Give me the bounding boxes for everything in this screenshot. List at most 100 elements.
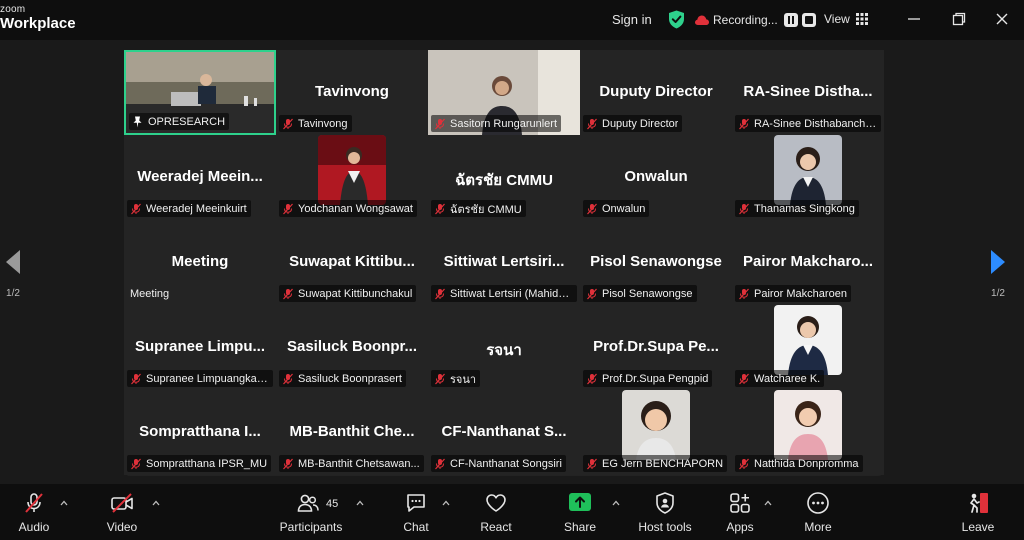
participant-tile[interactable]: MB-Banthit Che... MB-Banthit Chetsawan..… [276, 390, 428, 475]
participant-tile[interactable]: EG Jern BENCHAPORN [580, 390, 732, 475]
participant-tile[interactable]: Sompratthana I... Sompratthana IPSR_MU [124, 390, 276, 475]
participant-name-bar: Duputy Director [583, 115, 683, 132]
audio-button[interactable]: Audio [14, 491, 54, 537]
muted-mic-icon [131, 203, 141, 214]
pause-recording-button[interactable] [783, 13, 798, 27]
participant-name-bar: Meeting [130, 287, 170, 300]
title-bar: zoom Workplace Sign in Recording... View [0, 0, 1024, 40]
participant-tile[interactable]: CF-Nanthanat S... CF-Nanthanat Songsiri [428, 390, 580, 475]
participant-tile[interactable]: Sasitorn Rungarunlert [428, 50, 580, 135]
share-screen-icon [569, 493, 591, 511]
recording-indicator: Recording... [695, 13, 816, 27]
participant-tile[interactable]: OPRESEARCH [124, 50, 276, 135]
participant-avatar [774, 305, 842, 375]
participants-count: 45 [326, 498, 339, 510]
participant-tile[interactable]: รจนา รจนา [428, 305, 580, 390]
audio-options-chevron-up-icon[interactable] [60, 500, 68, 506]
video-options-chevron-up-icon[interactable] [152, 500, 160, 506]
participant-tile[interactable]: Duputy Director Duputy Director [580, 50, 732, 135]
muted-microphone-icon [25, 493, 43, 513]
muted-mic-icon [739, 118, 749, 129]
participant-tile[interactable]: Sittiwat Lertsiri... Sittiwat Lertsiri (… [428, 220, 580, 305]
participant-tile[interactable]: Watcharee K. [732, 305, 884, 390]
muted-mic-icon [283, 203, 293, 214]
stop-recording-button[interactable] [801, 13, 816, 27]
muted-mic-icon [587, 288, 597, 299]
participant-avatar [622, 390, 690, 460]
participant-name-bar: Weeradej Meeinkuirt [127, 200, 251, 217]
participant-name-bar: Yodchanan Wongsawat [279, 200, 417, 217]
video-button[interactable]: Video [102, 491, 142, 537]
participant-name-bar: Sompratthana IPSR_MU [127, 455, 272, 472]
participant-tile[interactable]: Pisol Senawongse Pisol Senawongse [580, 220, 732, 305]
muted-mic-icon [131, 373, 141, 384]
participant-tile[interactable]: ฉัตรชัย CMMU ฉัตรชัย CMMU [428, 135, 580, 220]
participant-tile[interactable]: Supranee Limpu... Supranee Limpuangkaew [124, 305, 276, 390]
participant-name-bar: Tavinvong [279, 115, 352, 132]
muted-mic-icon [587, 203, 597, 214]
chat-bubble-icon [407, 494, 425, 512]
security-shield-icon[interactable] [668, 10, 685, 29]
participant-tile[interactable]: RA-Sinee Distha... RA-Sinee Disthabancho… [732, 50, 884, 135]
chevron-left-icon [6, 250, 20, 274]
apps-button[interactable]: Apps [720, 491, 760, 537]
participant-tile[interactable]: Thanamas Singkong [732, 135, 884, 220]
muted-mic-icon [587, 118, 597, 129]
participant-name-bar: OPRESEARCH [129, 113, 230, 130]
next-page-button[interactable]: 1/2 [985, 248, 1011, 304]
participant-tile[interactable]: Tavinvong Tavinvong [276, 50, 428, 135]
participant-name-bar: Sasiluck Boonprasert [279, 370, 406, 387]
muted-mic-icon [739, 288, 749, 299]
participant-name-bar: Watcharee K. [735, 370, 825, 387]
sign-in-button[interactable]: Sign in [612, 12, 652, 27]
chat-options-chevron-up-icon[interactable] [442, 500, 450, 506]
participant-name-bar: Sittiwat Lertsiri (Mahido... [431, 285, 577, 302]
share-screen-button[interactable]: Share [560, 491, 600, 537]
participant-tile[interactable]: Prof.Dr.Supa Pe... Prof.Dr.Supa Pengpid [580, 305, 732, 390]
participant-tile[interactable]: Onwalun Onwalun [580, 135, 732, 220]
participant-name-bar: รจนา [431, 370, 481, 387]
view-button[interactable]: View [824, 12, 868, 26]
participant-name-bar: Thanamas Singkong [735, 200, 859, 217]
restore-window-icon[interactable] [951, 11, 967, 27]
logo-workplace-text: Workplace [0, 15, 76, 32]
close-window-icon[interactable] [994, 11, 1010, 27]
share-options-chevron-up-icon[interactable] [612, 500, 620, 506]
leave-door-icon [970, 493, 988, 513]
participant-tile[interactable]: Pairor Makcharo... Pairor Makcharoen [732, 220, 884, 305]
host-tools-button[interactable]: Host tools [636, 491, 694, 537]
muted-mic-icon [283, 118, 293, 129]
participant-name-bar: Supranee Limpuangkaew [127, 370, 273, 387]
minimize-icon[interactable] [906, 11, 922, 27]
participant-name-bar: Pairor Makcharoen [735, 285, 851, 302]
participants-options-chevron-up-icon[interactable] [356, 500, 364, 506]
participant-tile[interactable]: Yodchanan Wongsawat [276, 135, 428, 220]
heart-icon [486, 494, 506, 512]
host-tools-shield-icon [656, 492, 674, 514]
participant-name-bar: Sasitorn Rungarunlert [431, 115, 562, 132]
react-button[interactable]: React [476, 491, 516, 537]
video-off-icon [111, 493, 133, 513]
recording-text: Recording... [713, 13, 778, 27]
participant-tile[interactable]: Natthida Donpromma [732, 390, 884, 475]
muted-mic-icon [435, 288, 445, 299]
participant-tile[interactable]: Meeting Meeting [124, 220, 276, 305]
participant-tile[interactable]: Suwapat Kittibu... Suwapat Kittibunchaku… [276, 220, 428, 305]
muted-mic-icon [283, 373, 293, 384]
muted-mic-icon [131, 458, 141, 469]
pin-icon [133, 116, 142, 127]
muted-mic-icon [283, 458, 293, 469]
muted-mic-icon [435, 373, 445, 384]
logo-zoom-text: zoom [0, 4, 26, 15]
more-options-icon [807, 492, 829, 514]
chat-button[interactable]: Chat [396, 491, 436, 537]
participant-tile[interactable]: Weeradej Meein... Weeradej Meeinkuirt [124, 135, 276, 220]
muted-mic-icon [587, 458, 597, 469]
more-button[interactable]: More [798, 491, 838, 537]
apps-options-chevron-up-icon[interactable] [764, 500, 772, 506]
muted-mic-icon [739, 458, 749, 469]
gallery-grid-icon [855, 13, 868, 25]
participant-tile[interactable]: Sasiluck Boonpr... Sasiluck Boonprasert [276, 305, 428, 390]
previous-page-button[interactable]: 1/2 [0, 248, 26, 304]
leave-meeting-button[interactable]: Leave [958, 491, 998, 537]
